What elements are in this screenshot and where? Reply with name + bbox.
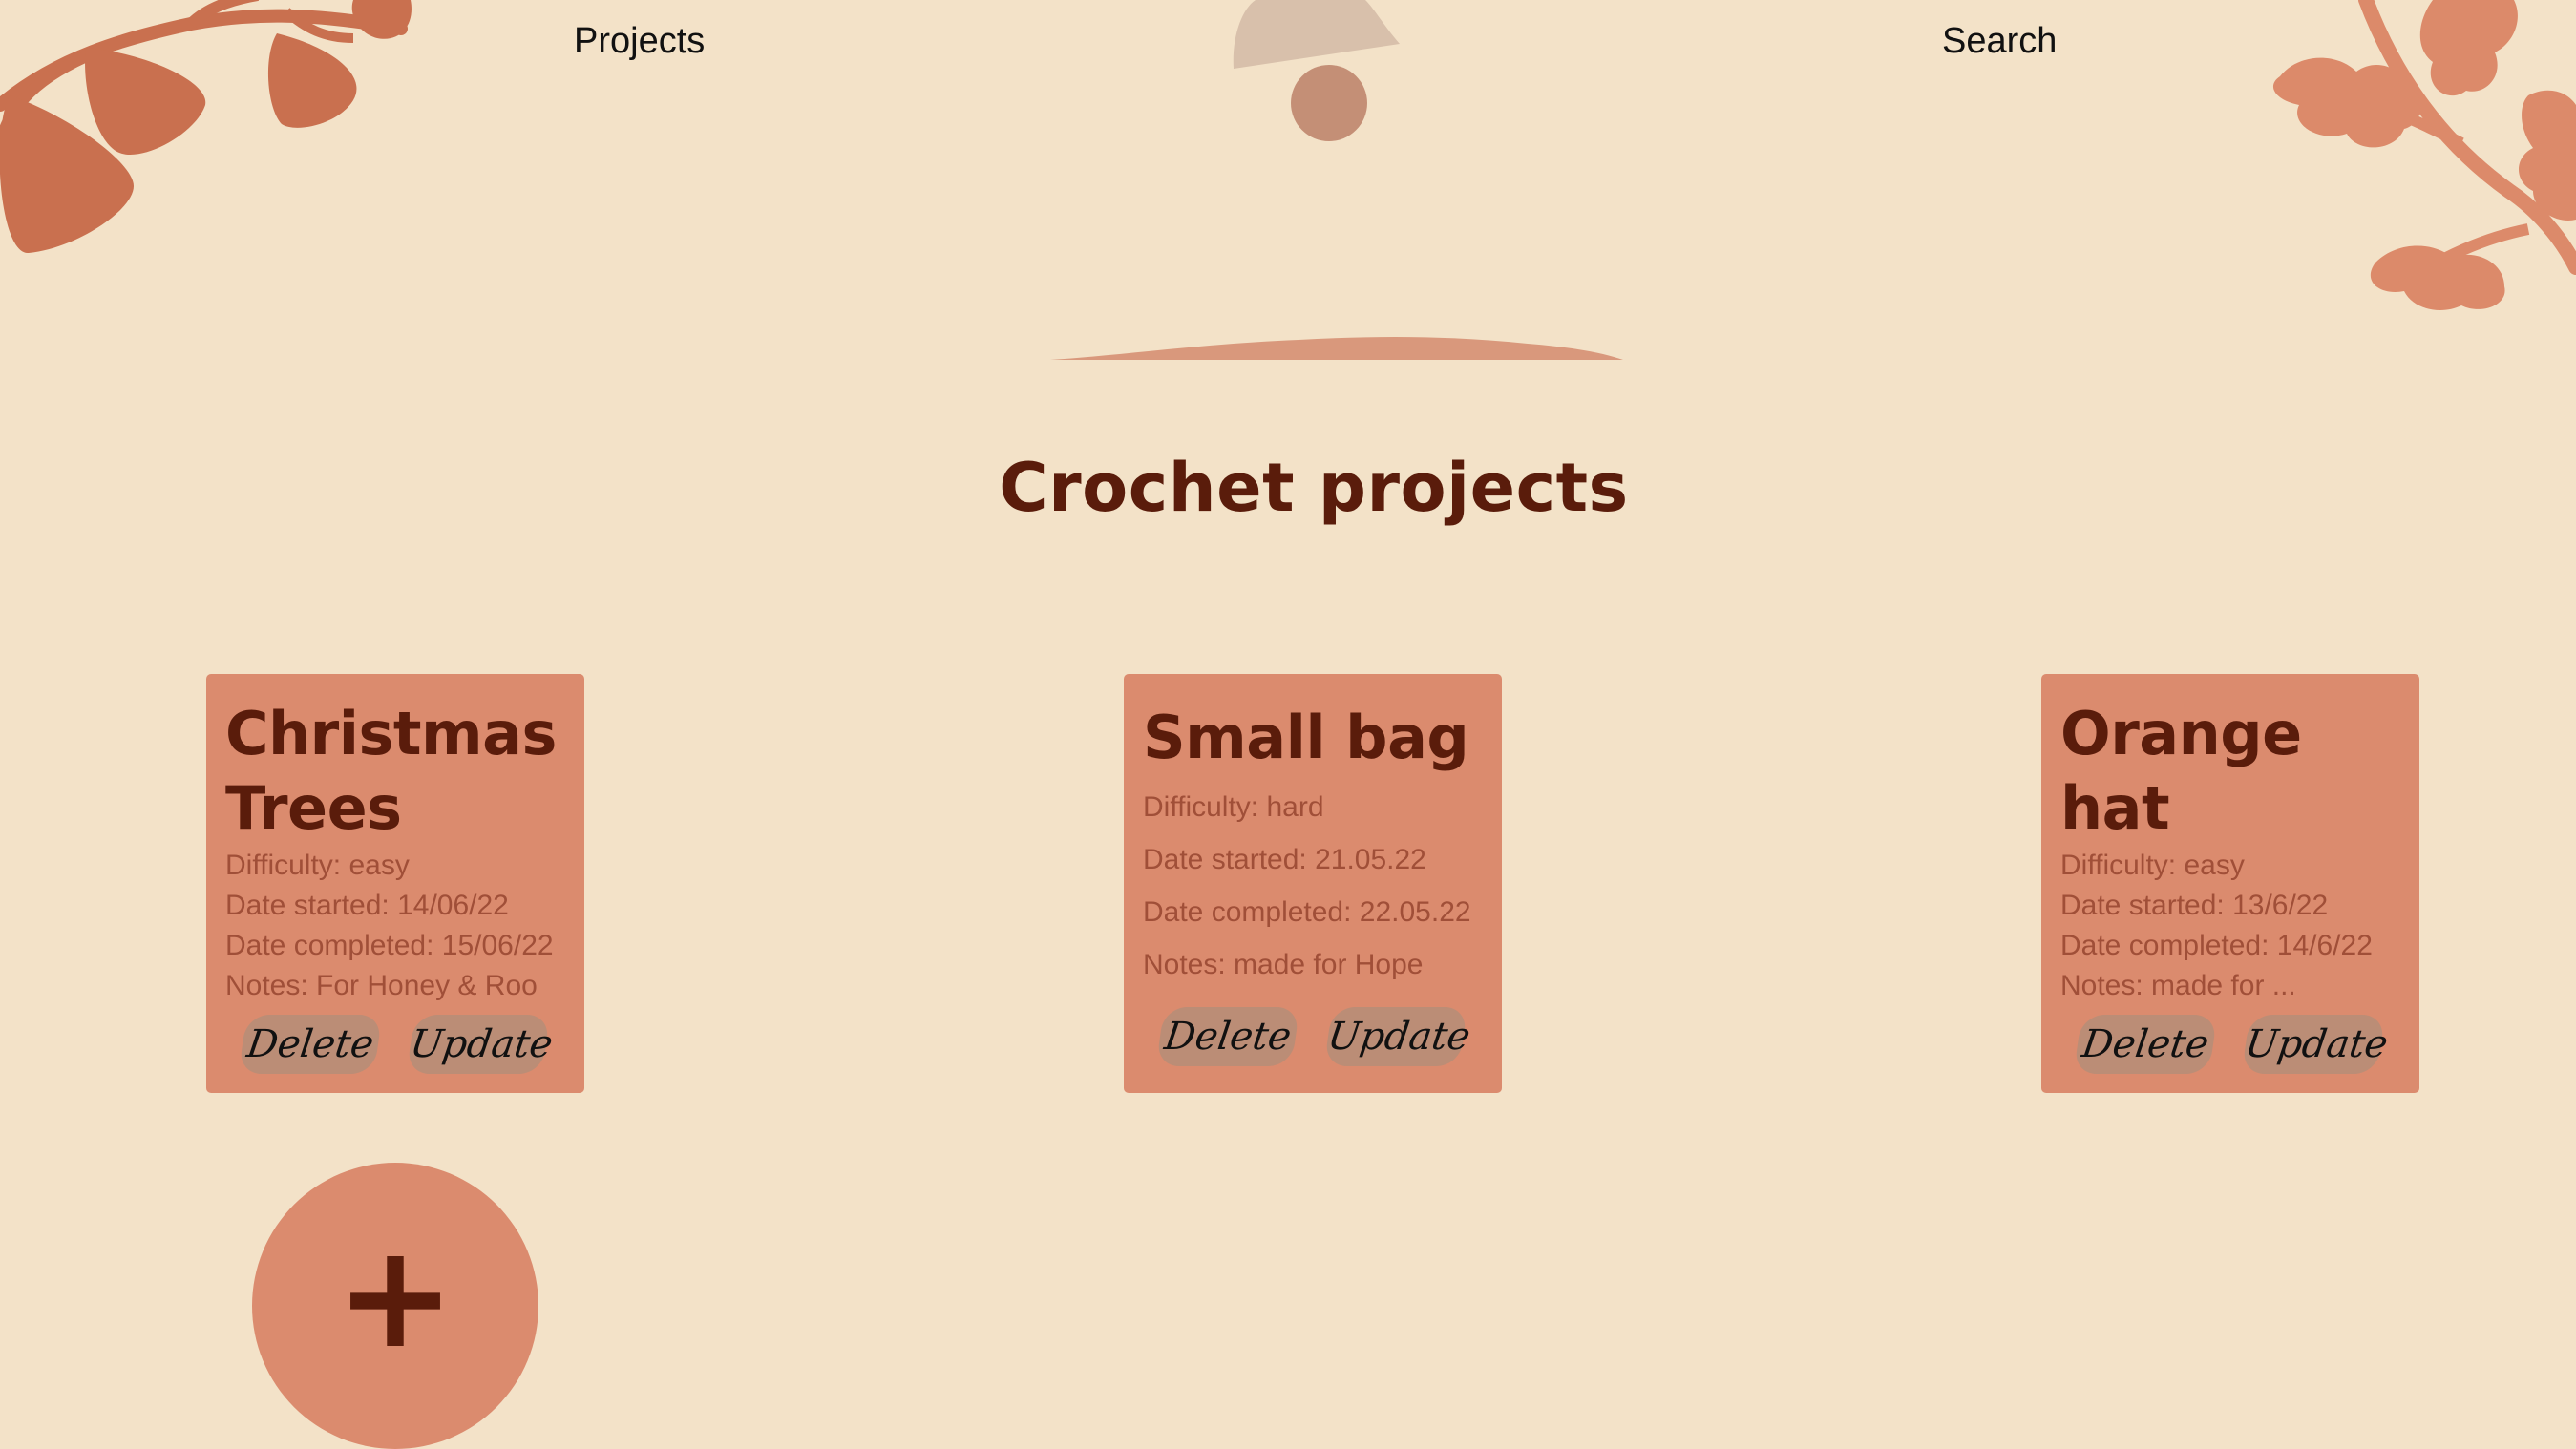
lamp-illustration [1233, 0, 1400, 141]
project-date-completed: Date completed: 15/06/22 [225, 930, 554, 961]
brush-stroke-divider [1050, 336, 1623, 360]
page-title: Crochet projects [999, 449, 1629, 527]
project-title: Small bag [1143, 703, 1469, 772]
project-difficulty: Difficulty: easy [225, 850, 410, 881]
add-project-button[interactable]: + [252, 1163, 538, 1449]
leaf-branch-right-illustration [2272, 0, 2576, 310]
card-actions: Delete Update [2073, 1015, 2391, 1074]
project-date-started: Date started: 13/6/22 [2060, 890, 2329, 921]
project-date-completed: Date completed: 14/6/22 [2060, 930, 2373, 961]
project-title: Christmas Trees [225, 699, 557, 843]
leaf-branch-left-illustration [0, 0, 412, 254]
card-actions: Delete Update [238, 1015, 556, 1074]
update-button[interactable]: Update [2241, 1015, 2391, 1074]
delete-button[interactable]: Delete [2073, 1015, 2218, 1074]
project-title: Orange hat [2060, 699, 2302, 843]
project-card: Small bag Difficulty: hard Date started:… [1124, 674, 1502, 1093]
project-difficulty: Difficulty: easy [2060, 850, 2245, 881]
delete-button[interactable]: Delete [1155, 1007, 1300, 1066]
nav-projects-link[interactable]: Projects [574, 21, 705, 62]
project-card: Christmas Trees Difficulty: easy Date st… [206, 674, 584, 1093]
project-date-completed: Date completed: 22.05.22 [1143, 896, 1471, 928]
plus-icon: + [335, 1214, 455, 1380]
nav-search-link[interactable]: Search [1942, 21, 2057, 62]
project-difficulty: Difficulty: hard [1143, 791, 1324, 823]
delete-button[interactable]: Delete [238, 1015, 383, 1074]
card-actions: Delete Update [1155, 1007, 1473, 1066]
project-date-started: Date started: 14/06/22 [225, 890, 509, 921]
project-card: Orange hat Difficulty: easy Date started… [2041, 674, 2419, 1093]
project-date-started: Date started: 21.05.22 [1143, 844, 1426, 875]
project-notes: Notes: made for Hope [1143, 949, 1424, 980]
project-notes: Notes: made for ... [2060, 970, 2296, 1001]
project-notes: Notes: For Honey & Roo [225, 970, 538, 1001]
update-button[interactable]: Update [1323, 1007, 1473, 1066]
update-button[interactable]: Update [406, 1015, 556, 1074]
